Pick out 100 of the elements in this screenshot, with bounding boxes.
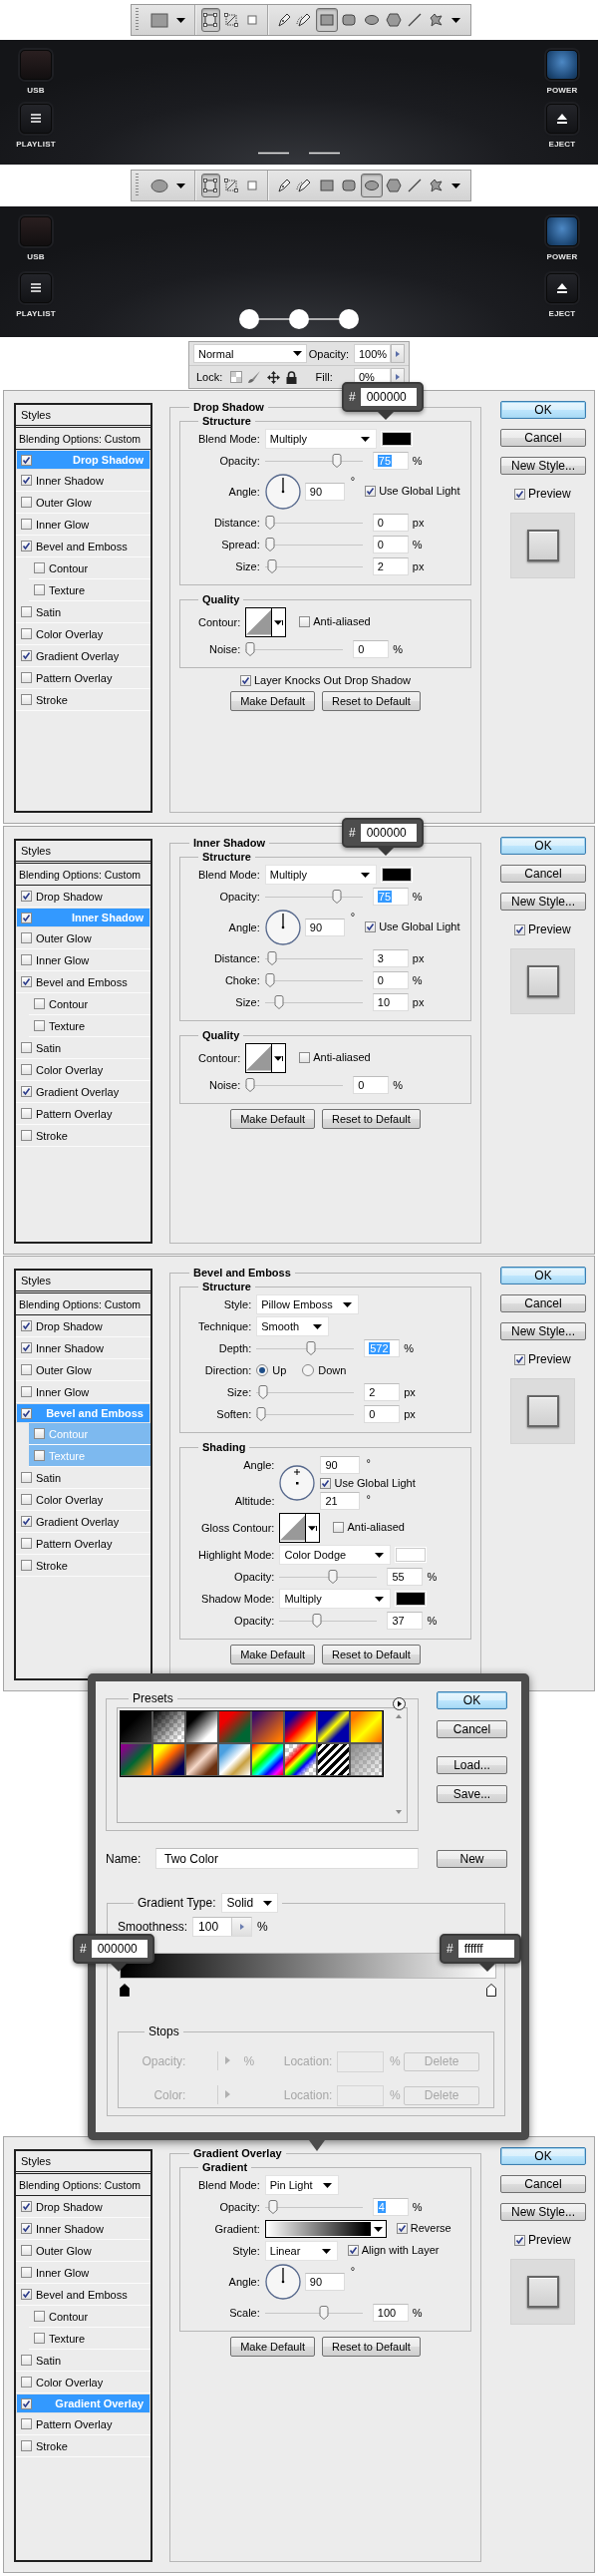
checkbox[interactable] bbox=[21, 1364, 32, 1375]
checkbox[interactable] bbox=[21, 1320, 32, 1331]
checkbox[interactable] bbox=[21, 2355, 32, 2366]
radio-button[interactable] bbox=[302, 1364, 315, 1376]
checkbox[interactable] bbox=[34, 562, 45, 573]
button[interactable]: Make Default bbox=[230, 691, 315, 711]
checkbox[interactable] bbox=[21, 1042, 32, 1053]
style-list-item[interactable]: Satin bbox=[16, 1037, 150, 1059]
value-field[interactable]: 2 bbox=[364, 1383, 401, 1401]
style-list-item[interactable]: Pattern Overlay bbox=[16, 2413, 150, 2435]
dropdown[interactable]: Smooth bbox=[256, 1316, 330, 1336]
checkbox[interactable] bbox=[34, 998, 45, 1009]
dropdown[interactable]: Multiply bbox=[279, 1589, 392, 1609]
button[interactable]: Cancel bbox=[500, 429, 586, 447]
slider-thumb[interactable] bbox=[331, 890, 342, 904]
value-field[interactable]: 0 bbox=[372, 536, 409, 553]
device-button[interactable] bbox=[20, 272, 52, 303]
tool-button[interactable] bbox=[360, 174, 383, 197]
checkbox[interactable] bbox=[21, 1386, 32, 1397]
checkbox[interactable] bbox=[299, 615, 311, 627]
button[interactable]: Save... bbox=[437, 1785, 507, 1803]
checkbox[interactable] bbox=[21, 1516, 32, 1527]
slider-thumb[interactable] bbox=[245, 642, 256, 656]
tool-button[interactable] bbox=[200, 174, 220, 197]
checkbox[interactable] bbox=[34, 584, 45, 595]
angle-dial[interactable] bbox=[264, 910, 301, 945]
checkbox[interactable] bbox=[21, 1108, 32, 1119]
checkbox[interactable] bbox=[21, 2440, 32, 2451]
color-stop-icon[interactable] bbox=[120, 1984, 130, 1997]
value-field[interactable]: 37 bbox=[387, 1612, 424, 1630]
dropdown[interactable]: Linear bbox=[264, 2241, 338, 2261]
style-list-item[interactable]: Contour bbox=[29, 557, 150, 579]
style-list-item[interactable]: Texture bbox=[29, 1015, 150, 1037]
button[interactable]: New Style... bbox=[500, 893, 586, 911]
checkbox[interactable] bbox=[21, 650, 32, 661]
button[interactable]: OK bbox=[437, 1691, 507, 1709]
style-list-item[interactable]: Outer Glow bbox=[16, 2240, 150, 2262]
gradient-preset[interactable] bbox=[252, 1744, 283, 1775]
style-list-item[interactable]: Bevel and Emboss bbox=[16, 2284, 150, 2306]
checkbox[interactable] bbox=[514, 488, 525, 500]
checkbox[interactable] bbox=[320, 1477, 332, 1489]
checkbox[interactable] bbox=[34, 1020, 45, 1031]
style-list-item[interactable]: Stroke bbox=[16, 1125, 150, 1147]
device-button[interactable] bbox=[546, 103, 578, 134]
style-list-item[interactable]: Texture bbox=[29, 2328, 150, 2350]
slider-thumb[interactable] bbox=[264, 973, 275, 987]
slider-thumb[interactable] bbox=[331, 454, 342, 468]
checkbox[interactable] bbox=[21, 1407, 32, 1419]
style-list-item[interactable]: Drop Shadow bbox=[16, 1315, 150, 1337]
style-list-item[interactable]: Stroke bbox=[16, 2435, 150, 2457]
move-icon[interactable] bbox=[267, 370, 281, 384]
button[interactable]: OK bbox=[500, 401, 586, 419]
hex-field[interactable]: 000000 bbox=[360, 824, 417, 842]
transparency-lock-icon[interactable] bbox=[230, 370, 243, 383]
style-list-item[interactable]: Inner Shadow bbox=[16, 470, 150, 492]
checkbox[interactable] bbox=[514, 923, 525, 935]
hex-field[interactable]: 000000 bbox=[360, 388, 417, 406]
checkbox[interactable] bbox=[21, 891, 32, 902]
checkbox[interactable] bbox=[34, 2333, 45, 2344]
checkbox[interactable] bbox=[21, 976, 32, 987]
hex-field[interactable]: 000000 bbox=[91, 1940, 148, 1958]
style-list-item[interactable]: Gradient Overlay bbox=[16, 1511, 150, 1533]
color-swatch[interactable] bbox=[396, 1592, 427, 1606]
list-header[interactable]: Styles bbox=[16, 405, 150, 428]
checkbox[interactable] bbox=[21, 606, 32, 617]
device-button[interactable] bbox=[20, 103, 52, 134]
checkbox[interactable] bbox=[21, 2377, 32, 2388]
angle-dial[interactable] bbox=[279, 1465, 316, 1501]
list-header[interactable]: Styles bbox=[16, 2151, 150, 2174]
value-field[interactable]: 90 bbox=[304, 2273, 345, 2291]
color-swatch[interactable] bbox=[381, 868, 412, 882]
button[interactable]: Cancel bbox=[500, 865, 586, 883]
style-list-item[interactable]: Pattern Overlay bbox=[16, 667, 150, 689]
checkbox[interactable] bbox=[333, 1521, 345, 1533]
style-list-item[interactable]: Inner Glow bbox=[16, 949, 150, 971]
contour-picker[interactable] bbox=[245, 1043, 287, 1073]
slider-thumb[interactable] bbox=[306, 1341, 317, 1355]
button[interactable]: Reset to Default bbox=[321, 1109, 421, 1129]
button[interactable]: Reset to Default bbox=[321, 1645, 421, 1664]
opacity-field[interactable]: 100% bbox=[354, 344, 391, 363]
gradient-preset[interactable] bbox=[318, 1744, 349, 1775]
checkbox[interactable] bbox=[21, 912, 32, 923]
slider-thumb[interactable] bbox=[268, 2200, 279, 2214]
checkbox[interactable] bbox=[299, 1051, 311, 1063]
angle-dial[interactable] bbox=[264, 2264, 301, 2300]
checkbox[interactable] bbox=[21, 454, 32, 466]
checkbox[interactable] bbox=[21, 1538, 32, 1549]
button[interactable]: Load... bbox=[437, 1756, 507, 1774]
dropdown[interactable]: Pin Light bbox=[264, 2175, 339, 2195]
value-field[interactable]: 90 bbox=[304, 919, 345, 936]
contour-picker[interactable] bbox=[279, 1513, 321, 1543]
checkbox[interactable] bbox=[34, 1450, 45, 1461]
style-list-item[interactable]: Outer Glow bbox=[16, 927, 150, 949]
slider-thumb[interactable] bbox=[256, 1407, 267, 1421]
value-field[interactable]: 100 bbox=[192, 1917, 253, 1937]
style-list-item[interactable]: Contour bbox=[29, 993, 150, 1015]
style-list-item[interactable]: Gradient Overlay bbox=[16, 1081, 150, 1103]
checkbox[interactable] bbox=[21, 2267, 32, 2278]
checkbox[interactable] bbox=[21, 1130, 32, 1141]
style-list-item[interactable]: Color Overlay bbox=[16, 1489, 150, 1511]
